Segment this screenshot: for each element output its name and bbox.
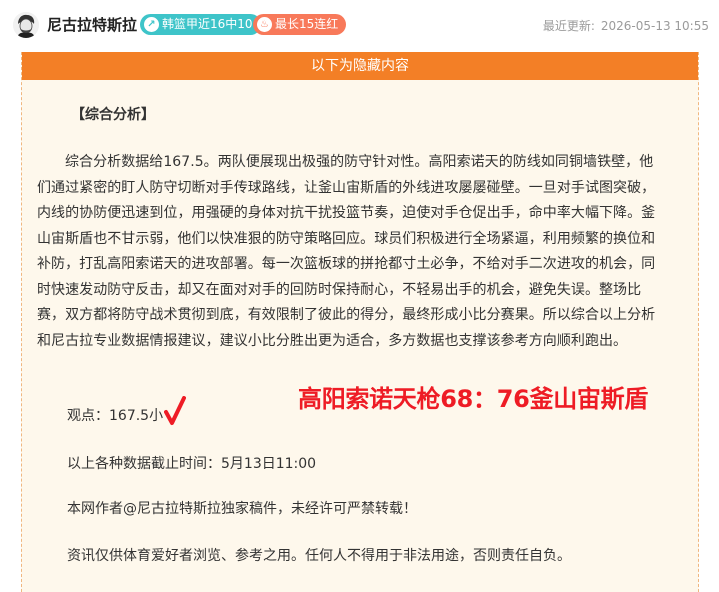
copyright-notice: 本网作者@尼古拉特斯拉独家稿件，未经许可严禁转载！: [67, 501, 417, 517]
author-name[interactable]: 尼古拉特斯拉: [47, 14, 137, 36]
data-cutoff-time: 以上各种数据截止时间：5月13日11:00: [67, 456, 317, 472]
streak-label: 最长15连红: [275, 17, 339, 31]
trend-icon: ↗: [144, 17, 159, 32]
last-update: 最近更新: 2026-05-13 10:55: [537, 17, 709, 34]
win-rate-label: 韩篮甲近16中10: [162, 17, 253, 31]
analysis-paragraph: 综合分析数据给167.5。两队便展现出极强的防守针对性。高阳索诺天的防线如同铜墙…: [37, 154, 656, 349]
last-update-label: 最近更新:: [542, 19, 595, 33]
post-header: 尼古拉特斯拉 ↗ 韩篮甲近16中10 ♨ 最长15连红 最近更新: 2026-05…: [0, 0, 719, 52]
view-line: 观点：167.5小: [67, 408, 164, 424]
author-avatar[interactable]: [13, 12, 39, 38]
disclaimer-notice: 资讯仅供体育爱好者浏览、参考之用。任何人不得用于非法用途，否则责任自负。: [67, 548, 571, 564]
final-score: 高阳索诺天枪68：76釜山宙斯盾: [298, 385, 648, 413]
checkmark-icon: [164, 396, 186, 425]
win-rate-badge: ↗ 韩篮甲近16中10: [140, 14, 261, 35]
hidden-content-banner: 以下为隐藏内容: [22, 52, 698, 80]
flame-icon: ♨: [257, 17, 272, 32]
last-update-time: 2026-05-13 10:55: [600, 19, 709, 33]
streak-badge: ♨ 最长15连红: [253, 14, 347, 35]
avatar-portrait-icon: [13, 12, 39, 38]
section-title: 【综合分析】: [71, 107, 155, 123]
